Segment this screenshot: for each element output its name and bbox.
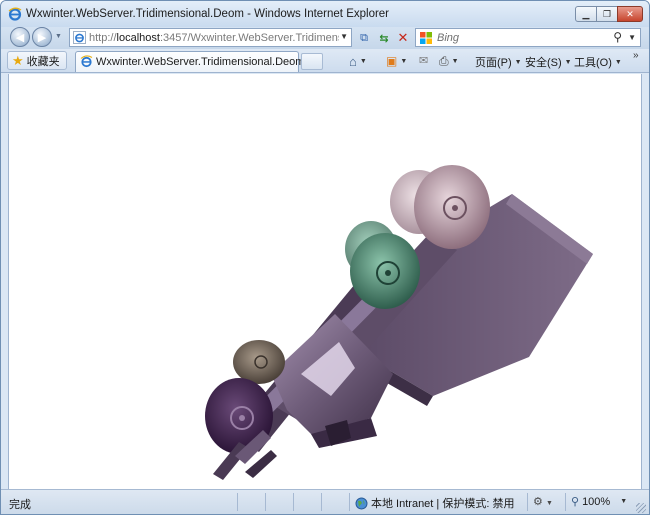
maximize-button[interactable]: ❐ xyxy=(596,6,618,22)
chevron-down-icon: ▼ xyxy=(620,498,628,505)
chevron-down-icon: ▼ xyxy=(545,500,553,507)
security-zone[interactable]: 本地 Intranet | 保护模式: 禁用 xyxy=(355,495,514,511)
status-bar: 完成 本地 Intranet | 保护模式: 禁用 ⚙ ▼ ⚲ 100% ▼ xyxy=(1,489,649,514)
safety-menu[interactable]: 安全(S) ▼ xyxy=(525,54,572,70)
address-toolbar: ◀ ▶ ▼ http://localhost:3457/Wxwinter.Web… xyxy=(1,27,649,49)
home-icon: ⌂ xyxy=(349,54,357,69)
favorites-label: 收藏夹 xyxy=(26,55,60,68)
status-divider xyxy=(265,493,266,511)
chevron-down-icon: ▼ xyxy=(400,57,408,65)
mail-icon: ✉ xyxy=(419,55,429,67)
title-bar[interactable]: Wxwinter.WebServer.Tridimensional.Deom -… xyxy=(1,1,649,27)
status-divider xyxy=(293,493,294,511)
status-divider xyxy=(565,493,566,511)
page-content xyxy=(8,74,642,489)
resize-grip[interactable] xyxy=(636,503,646,513)
status-divider xyxy=(321,493,322,511)
zoom-button[interactable]: ⚲ 100% ▼ xyxy=(571,495,628,509)
bing-logo-icon xyxy=(420,32,432,44)
url-rest: :3457/Wxwinter.WebServer.Tridimensiona xyxy=(159,32,339,44)
zoom-magnifier-icon: ⚲ xyxy=(571,496,580,508)
addons-button[interactable]: ⚙ ▼ xyxy=(533,495,553,508)
star-icon: ★ xyxy=(12,52,24,68)
tab-current[interactable]: Wxwinter.WebServer.Tridimensional.Deom xyxy=(75,51,304,72)
feeds-button[interactable]: ▣ ▼ xyxy=(386,54,407,68)
chevron-down-icon: ▼ xyxy=(514,58,522,66)
browser-window: Wxwinter.WebServer.Tridimensional.Deom -… xyxy=(0,0,650,515)
search-options-dropdown[interactable]: ▼ xyxy=(628,33,636,42)
chevron-down-icon: ▼ xyxy=(614,58,622,66)
new-tab-button[interactable] xyxy=(301,53,323,70)
page-ie-icon xyxy=(73,31,86,44)
back-button[interactable]: ◀ xyxy=(10,27,30,47)
forward-button[interactable]: ▶ xyxy=(32,27,52,47)
safety-menu-label: 安全(S) xyxy=(525,57,562,69)
chevron-down-icon: ▼ xyxy=(564,58,572,66)
page-menu-label: 页面(P) xyxy=(475,57,512,69)
status-divider xyxy=(349,493,350,511)
rss-feeds-icon: ▣ xyxy=(386,54,398,68)
status-divider xyxy=(527,493,528,511)
back-arrow-icon: ◀ xyxy=(15,31,25,44)
tools-menu[interactable]: 工具(O) ▼ xyxy=(574,54,622,70)
search-field[interactable]: Bing ⚲ ▼ xyxy=(415,28,641,47)
truck-wheel-rear xyxy=(390,165,490,249)
status-divider xyxy=(237,493,238,511)
address-url[interactable]: http://localhost:3457/Wxwinter.WebServer… xyxy=(89,32,339,44)
read-mail-button[interactable]: ✉ xyxy=(419,54,428,67)
tools-menu-label: 工具(O) xyxy=(574,57,612,69)
refresh-icon[interactable]: ⇆ xyxy=(375,29,393,47)
addons-icon: ⚙ xyxy=(533,496,543,508)
more-commands-button[interactable]: » xyxy=(633,50,639,61)
url-prefix: http:// xyxy=(89,32,117,44)
search-placeholder: Bing xyxy=(437,32,460,44)
chevron-down-icon: ▼ xyxy=(451,58,459,65)
address-dropdown-icon[interactable]: ▼ xyxy=(340,32,348,41)
status-text: 完成 xyxy=(9,499,31,511)
page-ie-icon xyxy=(80,55,93,68)
url-host: localhost xyxy=(116,32,160,44)
command-bar: ★ 收藏夹 Wxwinter.WebServer.Tridimensional.… xyxy=(1,49,649,73)
intranet-globe-icon xyxy=(355,497,368,509)
zoom-level: 100% xyxy=(582,495,611,508)
close-button[interactable]: ✕ xyxy=(617,6,643,22)
home-button[interactable]: ⌂ ▼ xyxy=(349,54,367,69)
window-controls: ▁ ❐ ✕ xyxy=(575,6,643,22)
favorites-button[interactable]: ★ 收藏夹 xyxy=(7,51,67,70)
window-title: Wxwinter.WebServer.Tridimensional.Deom -… xyxy=(26,8,390,20)
minimize-button[interactable]: ▁ xyxy=(575,6,597,22)
stop-icon[interactable]: ✕ xyxy=(394,29,412,47)
page-menu[interactable]: 页面(P) ▼ xyxy=(475,54,522,70)
ie-logo-icon xyxy=(8,7,22,21)
tab-title: Wxwinter.WebServer.Tridimensional.Deom xyxy=(96,56,305,68)
3d-viewport[interactable] xyxy=(9,74,642,489)
printer-icon: ⎙ xyxy=(439,54,449,68)
address-field[interactable]: http://localhost:3457/Wxwinter.WebServer… xyxy=(69,28,352,47)
recent-pages-dropdown[interactable]: ▼ xyxy=(55,33,62,40)
forward-arrow-icon: ▶ xyxy=(37,31,47,44)
chevron-down-icon: ▼ xyxy=(359,58,367,65)
compatibility-view-icon[interactable]: ⧉ xyxy=(355,29,373,47)
truck-wheel-spare xyxy=(233,340,285,384)
print-button[interactable]: ⎙ ▼ xyxy=(439,54,459,69)
security-zone-label: 本地 Intranet | 保护模式: 禁用 xyxy=(371,498,515,510)
magnifier-icon[interactable]: ⚲ xyxy=(613,30,622,44)
